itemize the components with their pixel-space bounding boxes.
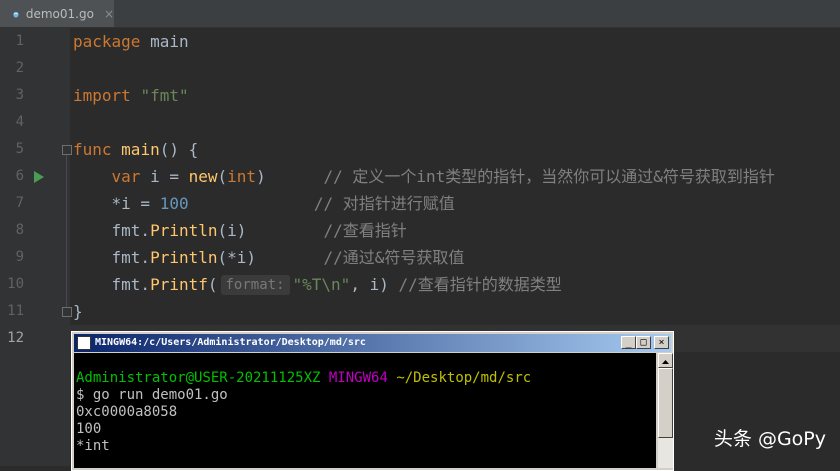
padding xyxy=(189,194,314,213)
number-literal: 100 xyxy=(159,194,189,213)
keyword: var xyxy=(111,167,141,186)
padding xyxy=(256,248,323,267)
code-text: *i = xyxy=(111,194,160,213)
close-button[interactable]: × xyxy=(654,336,669,349)
line-number: 2 xyxy=(15,60,24,76)
package-name: fmt. xyxy=(111,248,151,267)
prompt-path: ~/Desktop/md/src xyxy=(396,370,532,386)
watermark: 头条 @GoPy xyxy=(713,428,826,450)
code-line-8: fmt.Println(i) //查看指针 xyxy=(73,217,407,244)
comment: //查看指针 xyxy=(323,221,407,240)
code-text: main xyxy=(140,32,189,51)
code-line-7: *i = 100 // 对指针进行赋值 xyxy=(73,190,455,217)
code-text: (*i) xyxy=(217,248,257,267)
line-number: 5 xyxy=(15,141,24,157)
code-text: i = xyxy=(140,167,189,186)
fold-guide xyxy=(66,153,67,311)
scroll-thumb[interactable] xyxy=(658,368,673,438)
keyword: package xyxy=(73,32,141,51)
code-line-10: fmt.Printf(format: "%T\n", i) //查看指针的数据类型 xyxy=(73,271,562,298)
code-text: , i) xyxy=(350,275,399,294)
comment: // 对指针进行赋值 xyxy=(313,194,455,213)
terminal-output[interactable]: Administrator@USER-20211125XZ MINGW64 ~/… xyxy=(74,353,656,468)
code-line-11: } xyxy=(73,302,83,321)
terminal-output-line: 100 xyxy=(76,421,102,437)
function-name: main xyxy=(121,140,160,159)
line-number: 6 xyxy=(15,168,24,184)
parameter-hint: format: xyxy=(220,275,290,295)
line-number: 7 xyxy=(15,195,24,211)
code-text: (i) xyxy=(217,221,247,240)
terminal-output-line: 0xc0000a8058 xyxy=(76,404,178,420)
function-name: Println xyxy=(150,221,218,240)
code-text: ( xyxy=(207,275,218,294)
line-number: 10 xyxy=(7,276,24,292)
terminal-title: MINGW64:/c/Users/Administrator/Desktop/m… xyxy=(95,337,366,348)
code-text: () { xyxy=(159,140,199,159)
go-file-icon xyxy=(13,11,19,18)
tab-demo01-go[interactable]: demo01.go × xyxy=(0,0,114,27)
terminal-output-line: *int xyxy=(76,438,110,454)
line-number: 11 xyxy=(7,303,24,319)
padding xyxy=(266,167,324,186)
keyword: import xyxy=(73,86,131,105)
comment: //查看指针的数据类型 xyxy=(398,275,562,294)
line-number: 4 xyxy=(15,114,24,130)
line-number: 1 xyxy=(15,33,24,49)
code-line-5: func main() { xyxy=(73,136,198,163)
comment: // 定义一个int类型的指针，当然你可以通过&符号获取到指针 xyxy=(323,167,775,186)
code-line-9: fmt.Println(*i) //通过&符号获取值 xyxy=(73,244,465,271)
prompt-user: Administrator@USER-20211125XZ xyxy=(76,370,321,386)
run-icon[interactable] xyxy=(34,171,44,183)
editor-tab-bar: demo01.go × xyxy=(0,0,840,28)
code-line-3: import "fmt" xyxy=(73,82,189,109)
line-number: 12 xyxy=(7,330,24,346)
padding xyxy=(246,221,323,240)
terminal-command: $ go run demo01.go xyxy=(76,387,228,403)
code-text: ( xyxy=(217,167,228,186)
function-name: Println xyxy=(150,248,218,267)
maximize-button[interactable]: □ xyxy=(636,336,651,349)
minimize-button[interactable]: _ xyxy=(621,336,636,349)
keyword: int xyxy=(227,167,257,186)
prompt-env: MINGW64 xyxy=(328,370,388,386)
keyword: func xyxy=(73,140,112,159)
terminal-app-icon[interactable] xyxy=(77,336,91,350)
string-literal: "%T\n" xyxy=(292,275,351,294)
mingw64-terminal-window[interactable]: MINGW64:/c/Users/Administrator/Desktop/m… xyxy=(71,331,674,471)
line-number-gutter: 1 2 3 4 5 6 7 8 9 10 11 12 xyxy=(0,28,72,466)
scroll-up-button[interactable] xyxy=(658,353,673,368)
comment: //通过&符号获取值 xyxy=(323,248,465,267)
package-name: fmt. xyxy=(111,275,151,294)
code-line-6: var i = new(int) // 定义一个int类型的指针，当然你可以通过… xyxy=(73,163,775,190)
line-number: 8 xyxy=(15,222,24,238)
string-literal: "fmt" xyxy=(140,86,189,105)
tab-filename: demo01.go xyxy=(25,6,94,21)
terminal-scrollbar[interactable] xyxy=(658,353,673,468)
line-number: 3 xyxy=(15,87,24,103)
function-name: Printf xyxy=(150,275,208,294)
code-line-1: package main xyxy=(73,28,189,55)
close-icon[interactable]: × xyxy=(104,7,114,21)
terminal-prompt: Administrator@USER-20211125XZ MINGW64 ~/… xyxy=(76,370,531,387)
function-name: new xyxy=(188,167,218,186)
code-text: ) xyxy=(256,167,266,186)
line-number: 9 xyxy=(15,249,24,265)
terminal-title-bar[interactable]: MINGW64:/c/Users/Administrator/Desktop/m… xyxy=(74,334,671,352)
package-name: fmt. xyxy=(111,221,151,240)
